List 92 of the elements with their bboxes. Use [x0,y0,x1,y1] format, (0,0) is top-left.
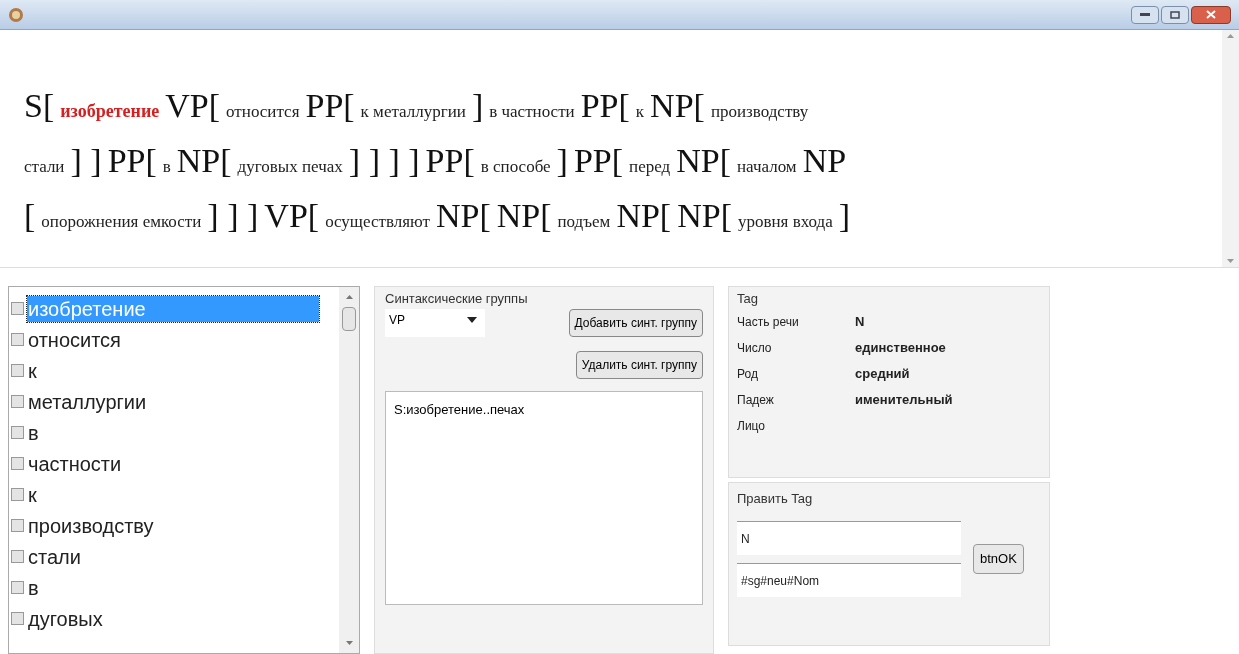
group-label: NP[ [650,86,705,126]
word-text: дуговых печах [237,156,343,178]
group-label: ] ] ] ] [348,141,420,181]
app-icon [8,6,24,23]
group-label: VP[ [165,86,221,126]
group-label: ] [556,141,568,181]
property-label: Лицо [737,418,766,435]
group-label: S[ [24,86,55,126]
list-item[interactable]: частности [27,450,123,477]
property-value: N [855,313,865,332]
checkbox[interactable] [11,364,24,377]
input-field[interactable]: N [737,521,961,555]
dropdown[interactable]: VP [385,309,485,337]
group-label: NP [802,141,847,181]
word-text: в [162,156,171,178]
scroll-up-icon [1227,34,1234,38]
list-item[interactable]: к [27,357,38,384]
list-item[interactable]: производству [27,512,155,539]
group-label: NP[ [496,196,552,236]
property-label: Часть речи [737,314,800,331]
checkbox[interactable] [11,333,24,346]
list-item[interactable]: стали [27,543,82,570]
group-entry[interactable]: S:изобретение..печах [394,400,694,420]
maximize-button[interactable] [1161,5,1189,24]
ok-button[interactable]: btnOK [973,544,1024,574]
word-text: в способе [480,156,551,178]
word-text: производству [710,101,809,123]
close-button[interactable] [1191,5,1231,24]
checkbox[interactable] [11,519,24,532]
property-label: Род [737,366,759,383]
group-label: ] [838,196,851,236]
group-label: NP[ [677,196,732,236]
scroll-down-icon [345,641,353,645]
property-label: Падеж [737,392,775,409]
property-value: средний [855,365,910,384]
group-label: NP[ [176,141,232,181]
list-item[interactable]: металлургии [27,388,148,415]
close-icon [1206,10,1216,19]
action-button[interactable]: Удалить синт. группу [575,351,703,379]
checkbox[interactable] [11,395,24,408]
checkbox[interactable] [11,612,24,625]
scrollbar[interactable] [1222,30,1239,267]
input-field[interactable]: #sg#neu#Nom [737,563,961,597]
scroll-thumb[interactable] [342,307,356,331]
checkbox[interactable] [11,581,24,594]
action-button[interactable]: Добавить синт. группу [568,309,703,337]
word-text: стали [24,156,65,178]
group-label: NP[ [435,196,491,236]
word-text: к металлургии [360,101,466,123]
checkbox[interactable] [11,457,24,470]
list-item[interactable]: дуговых [27,605,104,632]
property-label: Число [737,340,773,357]
checkbox[interactable] [11,488,24,501]
checkbox[interactable] [11,426,24,439]
property-value: единственное [855,339,946,358]
scroll-down-icon [1227,259,1234,263]
word-text: подъем [557,211,611,233]
scroll-up-icon [345,295,353,299]
group-label: NP[ [616,196,672,236]
group-label: PP[ [573,141,624,181]
group-label: NP[ [676,141,731,181]
minimize-button[interactable] [1131,5,1159,24]
list-item[interactable]: к [27,481,38,508]
group-label: [ [24,196,36,236]
property-value: именительный [855,391,953,410]
group-label: PP[ [305,86,355,126]
dropdown-arrow-icon [467,317,477,323]
group-label: PP[ [425,141,475,181]
word-text: уровня входа [737,211,833,233]
word-text: относится [226,101,300,123]
word-text: к [635,101,645,123]
minimize-icon [1140,12,1150,17]
list-item[interactable]: в [27,574,40,601]
group-label: PP[ [107,141,157,181]
word-text: осуществляют [325,211,430,233]
checkbox[interactable] [11,550,24,563]
group-label: ] [471,86,484,126]
list-scrollbar[interactable] [339,287,359,653]
word-text: опорожнения емкости [41,211,202,233]
group-label: ] ] [70,141,102,181]
group-label: PP[ [580,86,630,126]
word-text: началом [737,156,797,178]
list-item[interactable]: относится [27,326,122,353]
group-label: ] ] ] [207,196,259,236]
group-title: Править Tag [736,490,814,508]
word-text: в частности [489,101,575,123]
word-text: изобретение [60,100,160,123]
maximize-icon [1170,10,1180,19]
group-label: VP[ [264,196,320,236]
checkbox[interactable] [11,302,24,315]
word-text: перед [629,156,671,178]
list-item[interactable]: в [27,419,40,446]
